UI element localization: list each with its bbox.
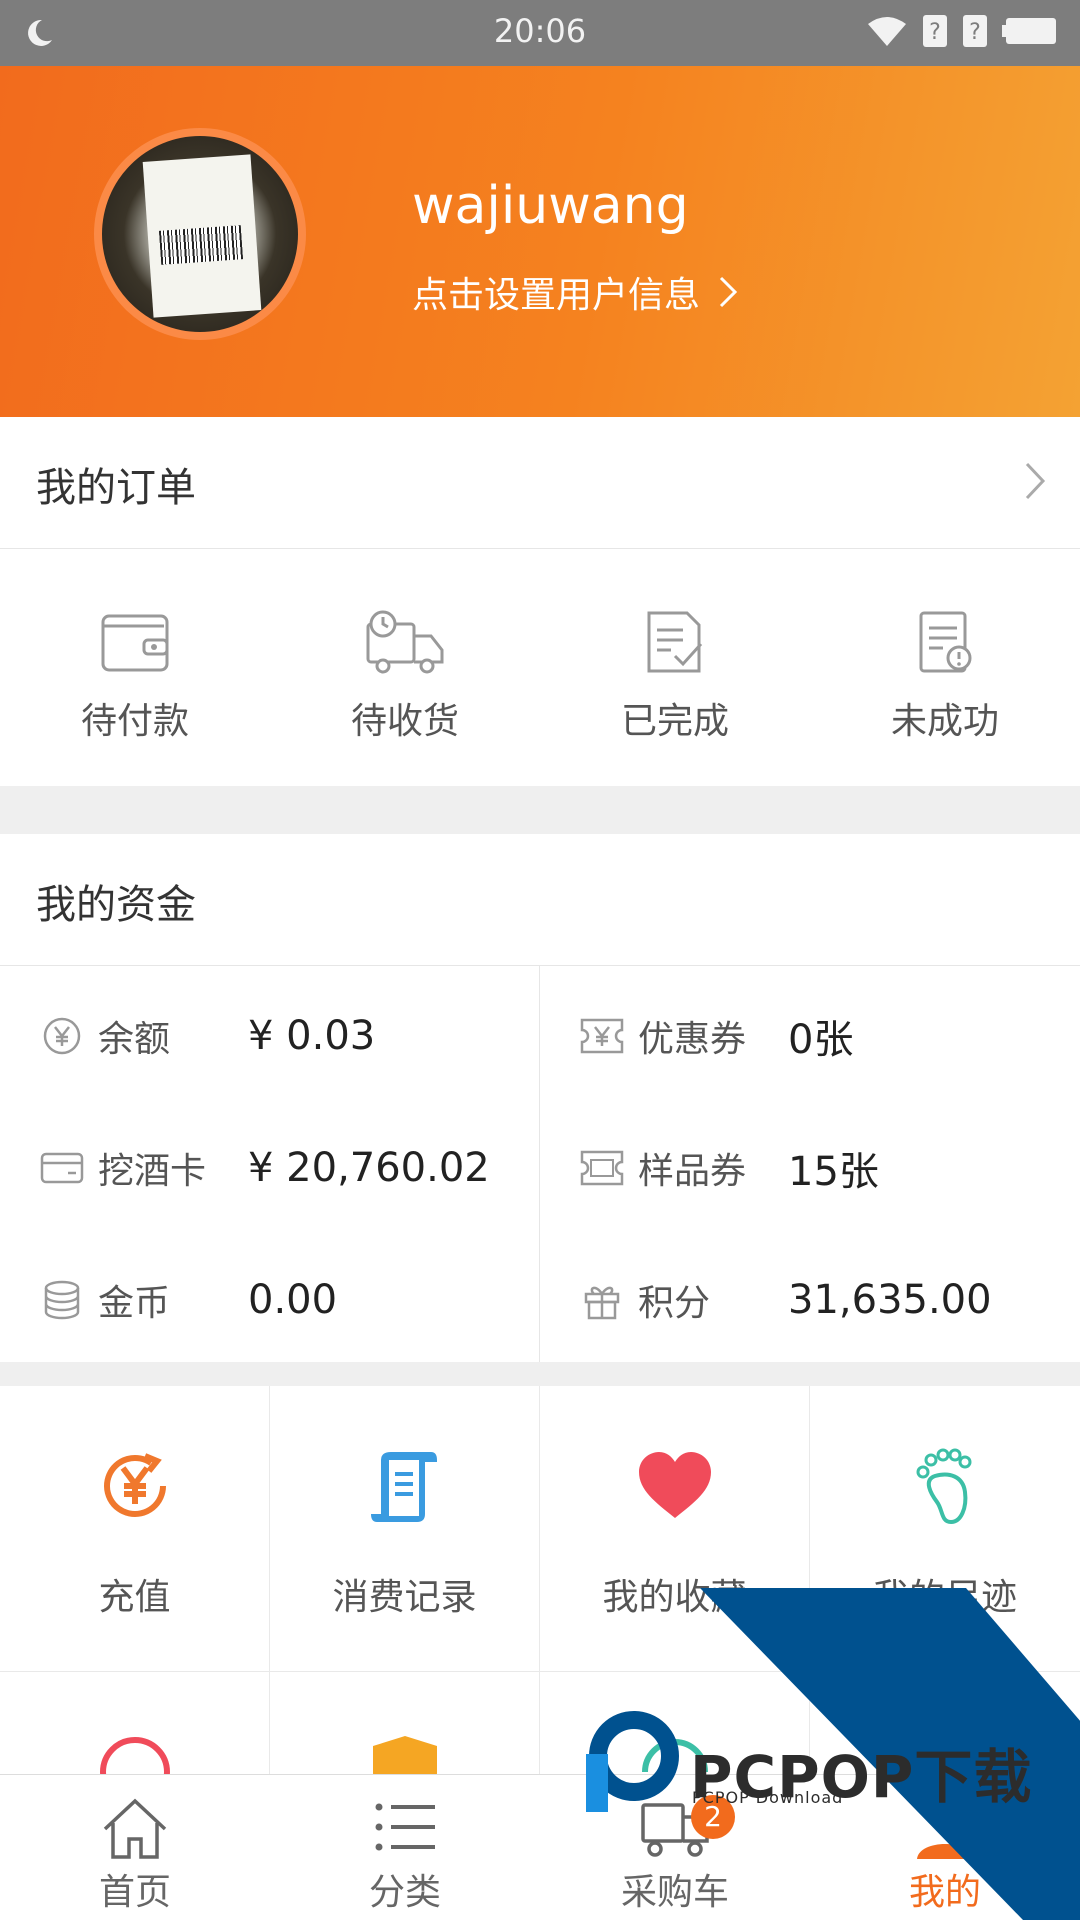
receipt-icon	[371, 1452, 437, 1522]
order-pending-payment[interactable]: 待付款	[0, 550, 270, 786]
doc-check-icon	[647, 611, 703, 673]
fund-gold-coins[interactable]: 金币 0.00	[40, 1270, 337, 1330]
wifi-icon	[868, 17, 906, 46]
fund-label: 优惠券	[638, 1019, 747, 1060]
fund-value: ¥ 20,760.02	[248, 1145, 490, 1191]
sim-unknown-icon-2: ?	[963, 15, 987, 47]
funds-grid: 余额 ¥ 0.03 优惠券 0张 挖酒卡 ¥ 20,760.02 样品券 15张…	[0, 966, 1080, 1362]
set-user-info-label: 点击设置用户信息	[412, 275, 701, 316]
username: wajiuwang	[412, 176, 689, 236]
set-user-info-link[interactable]: 点击设置用户信息	[412, 266, 738, 318]
tab-home[interactable]: 首页	[0, 1775, 270, 1920]
fund-label: 挖酒卡	[98, 1151, 207, 1192]
my-funds-row: 我的资金	[0, 834, 1080, 966]
service-label: 我的足迹	[872, 1577, 1017, 1618]
chevron-right-icon	[719, 276, 738, 308]
tab-label: 首页	[98, 1872, 171, 1913]
avatar[interactable]	[94, 128, 306, 340]
fund-wine-card[interactable]: 挖酒卡 ¥ 20,760.02	[40, 1138, 490, 1198]
tab-cart[interactable]: 2 采购车	[540, 1775, 810, 1920]
my-orders-title: 我的订单	[36, 465, 196, 511]
order-status-row: 待付款 待收货 已完成 未成功	[0, 550, 1080, 786]
order-item-label: 已完成	[620, 701, 729, 742]
svg-text:?: ?	[969, 20, 981, 45]
bottom-tab-bar: 首页 分类 2 采购车 我的	[0, 1774, 1080, 1920]
order-item-label: 待收货	[350, 701, 459, 742]
service-favorites[interactable]: 我的收藏	[540, 1386, 810, 1672]
order-item-label: 未成功	[890, 701, 999, 742]
fund-value: 0.00	[248, 1277, 338, 1323]
recharge-icon	[104, 1453, 166, 1517]
section-divider	[0, 1362, 1080, 1386]
status-bar: 20:06 ? ?	[0, 0, 1080, 66]
status-icons: ? ?	[866, 14, 1058, 48]
service-label: 消费记录	[332, 1577, 477, 1618]
tab-category[interactable]: 分类	[270, 1775, 540, 1920]
battery-icon	[1002, 18, 1056, 44]
tab-label: 我的	[908, 1872, 981, 1913]
fund-coupon[interactable]: 优惠券 0张	[580, 1006, 853, 1066]
order-failed[interactable]: 未成功	[810, 550, 1080, 786]
sim-unknown-icon: ?	[923, 15, 947, 47]
tab-mine[interactable]: 我的	[810, 1775, 1080, 1920]
fund-label: 积分	[638, 1283, 711, 1324]
service-spending-records[interactable]: 消费记录	[270, 1386, 540, 1672]
fund-value: 31,635.00	[788, 1277, 992, 1323]
fund-value: ¥ 0.03	[248, 1013, 376, 1059]
tab-label: 分类	[368, 1872, 441, 1913]
user-icon	[917, 1801, 973, 1859]
card-icon	[40, 1152, 84, 1184]
service-label: 充值	[98, 1577, 171, 1618]
service-recharge[interactable]: 充值	[0, 1386, 270, 1672]
list-icon	[375, 1803, 435, 1851]
gift-icon	[584, 1286, 620, 1320]
doc-alert-icon	[919, 611, 972, 673]
fund-label: 样品券	[638, 1151, 747, 1192]
coins-icon	[44, 1280, 80, 1320]
wallet-icon	[101, 614, 169, 672]
heart-icon	[639, 1452, 711, 1518]
svg-text:?: ?	[929, 20, 941, 45]
footprint-icon	[916, 1448, 972, 1525]
order-completed[interactable]: 已完成	[540, 550, 810, 786]
order-pending-receipt[interactable]: 待收货	[270, 550, 540, 786]
fund-label: 余额	[98, 1019, 171, 1060]
service-label: 我的收藏	[602, 1577, 747, 1618]
fund-value: 0张	[788, 1017, 854, 1063]
order-item-label: 待付款	[80, 701, 189, 742]
fund-points[interactable]: 积分 31,635.00	[580, 1270, 992, 1330]
funds-divider	[539, 966, 540, 1362]
truck-icon	[366, 610, 444, 674]
fund-label: 金币	[98, 1283, 171, 1324]
chevron-right-icon	[1025, 462, 1046, 500]
sample-ticket-icon	[580, 1150, 624, 1186]
my-funds-title: 我的资金	[36, 882, 196, 928]
cart-badge: 2	[691, 1795, 735, 1839]
fund-sample-coupon[interactable]: 样品券 15张	[580, 1138, 879, 1198]
my-orders-row[interactable]: 我的订单	[0, 417, 1080, 549]
tab-label: 采购车	[620, 1872, 729, 1913]
service-footprints[interactable]: 我的足迹	[810, 1386, 1080, 1672]
home-icon	[103, 1798, 167, 1859]
profile-header[interactable]: wajiuwang 点击设置用户信息	[0, 66, 1080, 417]
coupon-icon	[580, 1018, 624, 1054]
section-divider	[0, 786, 1080, 834]
fund-value: 15张	[788, 1149, 879, 1195]
yen-circle-icon	[43, 1017, 81, 1055]
fund-balance[interactable]: 余额 ¥ 0.03	[40, 1006, 375, 1066]
